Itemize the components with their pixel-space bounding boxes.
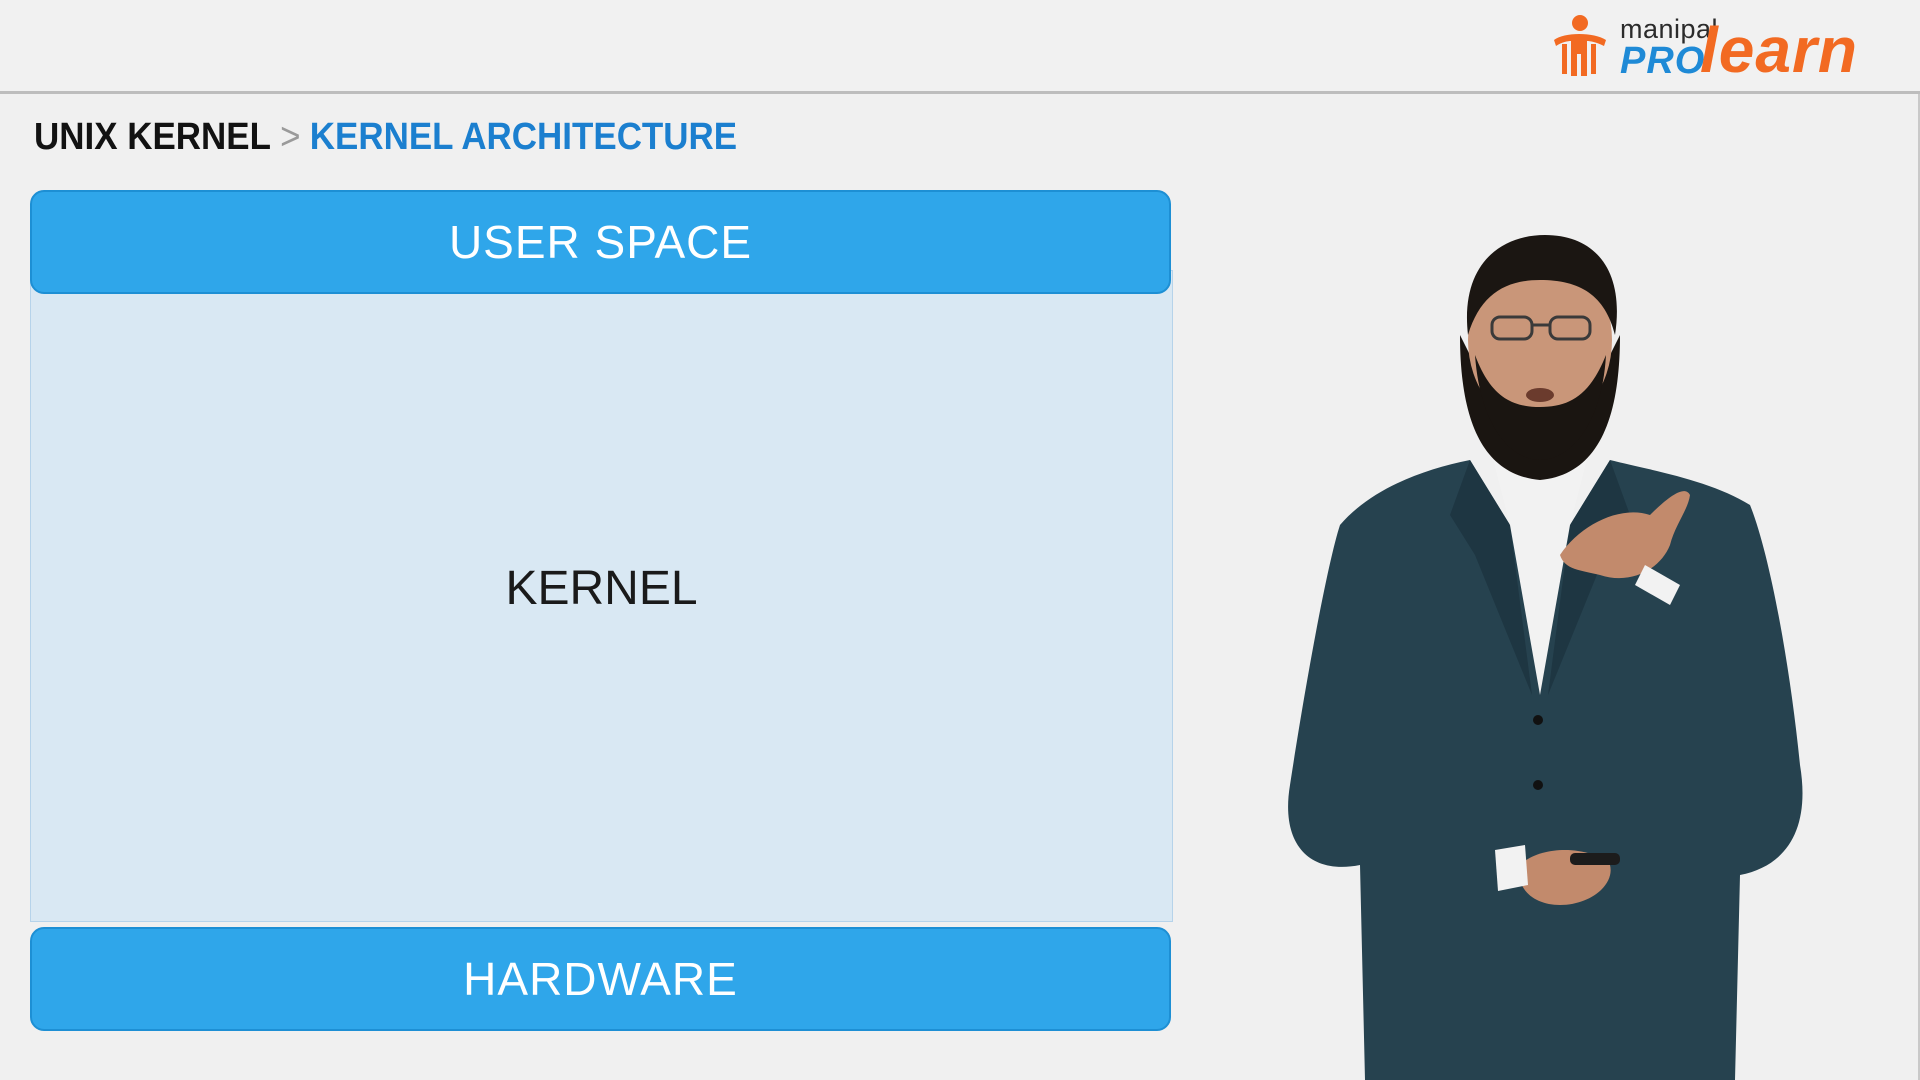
hardware-layer: HARDWARE (30, 927, 1171, 1031)
manipal-prolearn-logo: manipal PRO learn (1550, 12, 1890, 84)
logo-pro-text: PRO (1620, 40, 1706, 82)
logo-learn-text: learn (1700, 14, 1858, 86)
user-space-label: USER SPACE (448, 216, 753, 268)
user-space-layer: USER SPACE (30, 190, 1171, 294)
breadcrumb: UNIX KERNEL > KERNEL ARCHITECTURE (34, 116, 737, 159)
kernel-layer: KERNEL (30, 270, 1173, 922)
breadcrumb-current: KERNEL ARCHITECTURE (309, 116, 738, 158)
video-frame: manipal PRO learn UNIX KERNEL > KERNEL ARC… (0, 0, 1920, 1080)
breadcrumb-parent: UNIX KERNEL (34, 116, 271, 158)
kernel-layer-label: KERNEL (505, 562, 698, 615)
breadcrumb-separator: > (280, 116, 301, 158)
kernel-architecture-diagram: KERNEL USER SPACE HARDWARE (30, 190, 1173, 1032)
presenter-figure (1288, 235, 1803, 1080)
hardware-label: HARDWARE (463, 953, 738, 1005)
header-divider (0, 91, 1920, 94)
person-figure-icon (1554, 15, 1606, 76)
